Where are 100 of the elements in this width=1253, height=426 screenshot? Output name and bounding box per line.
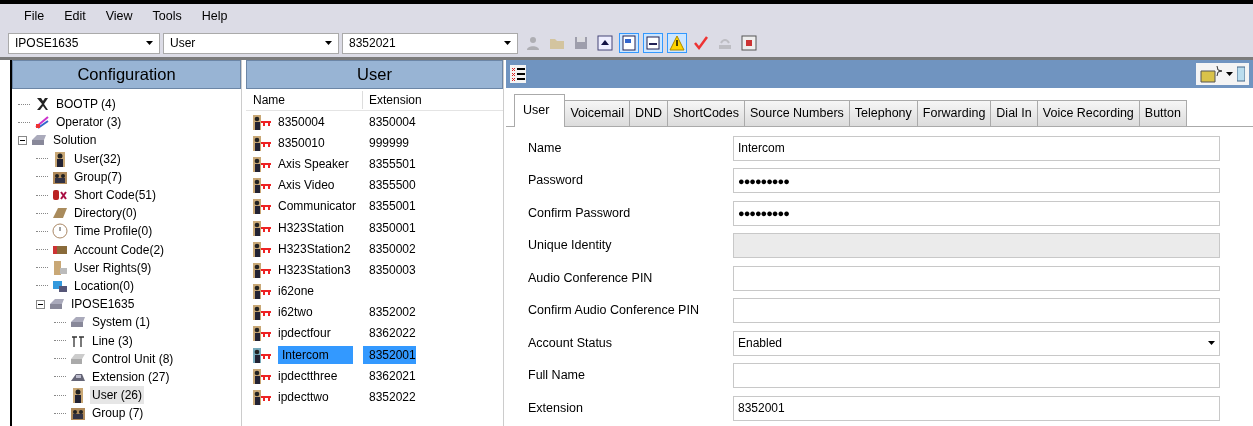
- tab[interactable]: Button: [1138, 100, 1187, 126]
- tree-item[interactable]: Directory(0): [72, 204, 139, 223]
- close-window-icon[interactable]: [741, 35, 757, 51]
- input-field[interactable]: [733, 298, 1220, 324]
- table-cell-text: H323Station: [278, 219, 345, 237]
- tree-item[interactable]: IPOSE1635: [69, 295, 137, 314]
- input-field[interactable]: [733, 363, 1220, 389]
- caret-icon: [325, 41, 332, 45]
- tab[interactable]: User: [514, 94, 566, 127]
- table-cell-text: H323Station2: [278, 240, 351, 258]
- table-cell-text: 8352022: [368, 389, 416, 407]
- tab[interactable]: Voicemail: [564, 100, 630, 126]
- tree-item[interactable]: Account Code(2): [72, 240, 167, 259]
- table-cell-text: H323Station3: [278, 261, 351, 279]
- password-field[interactable]: ●●●●●●●●●: [733, 200, 1220, 226]
- table-cell-text: 8362021: [368, 367, 416, 385]
- table-cell-text: 8355501: [368, 155, 416, 173]
- tab[interactable]: Source Numbers: [744, 100, 850, 126]
- caret-icon: [1226, 72, 1233, 76]
- tree-item[interactable]: User Rights(9): [72, 258, 154, 277]
- caret-icon: [146, 41, 153, 45]
- table-cell-text: 8355001: [368, 198, 416, 216]
- tab[interactable]: Telephony: [848, 100, 918, 126]
- dropdown-field[interactable]: Enabled: [733, 330, 1220, 356]
- dropdown-field[interactable]: User: [163, 32, 339, 54]
- table-cell-text: Communicator: [278, 198, 357, 216]
- warning-icon[interactable]: [669, 35, 685, 51]
- column-header[interactable]: Name: [246, 90, 363, 109]
- checklist-icon: [510, 65, 526, 83]
- collapse-icon[interactable]: [36, 299, 45, 309]
- tool-icon: [34, 96, 50, 113]
- list-icon[interactable]: [645, 35, 661, 51]
- menu-item[interactable]: Help: [191, 4, 238, 29]
- field-label: Unique Identity: [528, 237, 613, 255]
- panel-title: User: [246, 60, 503, 89]
- menu-item[interactable]: Tools: [142, 4, 192, 29]
- person-icon: [70, 387, 86, 404]
- tree-item[interactable]: Group (7): [90, 404, 146, 423]
- table-cell-text: i62one: [278, 283, 315, 301]
- window-icon[interactable]: [621, 35, 637, 51]
- tree-item[interactable]: Group(7): [72, 167, 125, 186]
- table-cell-text: 8362022: [368, 325, 416, 343]
- tab[interactable]: Voice Recording: [1036, 100, 1140, 126]
- table-cell-text: 8352002: [368, 304, 416, 322]
- input-field[interactable]: Intercom: [733, 135, 1220, 161]
- tree-item[interactable]: Line (3): [90, 331, 135, 350]
- tree-item[interactable]: User(32): [72, 149, 123, 168]
- table-cell-text: i62two: [278, 304, 313, 322]
- input-field[interactable]: [733, 265, 1220, 291]
- table-cell: Intercom: [278, 345, 353, 364]
- table-cell-text: 8350003: [368, 261, 416, 279]
- table-cell-text: 8350004: [368, 113, 416, 131]
- collapse-icon[interactable]: [18, 135, 27, 145]
- table-cell-text: ipdectthree: [278, 367, 338, 385]
- window-icon: [1237, 65, 1245, 83]
- person-icon: [52, 150, 68, 167]
- table-cell-text: 8350010: [278, 134, 325, 152]
- field-label: Audio Conference PIN: [528, 269, 654, 287]
- tree-item[interactable]: BOOTP (4): [54, 95, 118, 114]
- tree-item[interactable]: Short Code(51): [72, 186, 159, 205]
- table-cell-text: 8350002: [368, 240, 416, 258]
- column-header[interactable]: Extension: [363, 90, 422, 109]
- table-cell-text: 8350004: [278, 113, 325, 131]
- field-label: Account Status: [528, 334, 614, 352]
- input-field[interactable]: 8352001: [733, 395, 1220, 421]
- menu-item[interactable]: View: [95, 4, 143, 29]
- tree-item[interactable]: Solution: [51, 131, 99, 150]
- checkmark-icon[interactable]: [693, 35, 709, 51]
- tree-item[interactable]: Control Unit (8): [90, 349, 176, 368]
- field-label: Full Name: [528, 367, 586, 385]
- tree-item[interactable]: Extension (27): [90, 367, 172, 386]
- caret-icon: [1208, 341, 1215, 346]
- tree-item[interactable]: User (26): [90, 386, 144, 405]
- field-label: Password: [528, 172, 584, 190]
- operator-icon: [34, 114, 50, 131]
- tree-item[interactable]: Operator (3): [54, 113, 124, 132]
- people-icon: [70, 405, 86, 422]
- table-cell-text: 8350001: [368, 219, 416, 237]
- tab[interactable]: Forwarding: [916, 100, 992, 126]
- field-label: Extension: [528, 399, 584, 417]
- tree-item[interactable]: System (1): [90, 313, 152, 332]
- tab[interactable]: DND: [628, 100, 668, 126]
- menu-item[interactable]: Edit: [54, 4, 96, 29]
- password-field[interactable]: ●●●●●●●●●: [733, 168, 1220, 194]
- field-label: Confirm Password: [528, 204, 632, 222]
- caret-icon: [504, 41, 511, 45]
- table-cell: 8352001: [363, 345, 416, 364]
- dropdown-field[interactable]: IPOSE1635: [8, 32, 160, 54]
- clock-icon: [52, 223, 68, 240]
- table-cell-text: ipdecttwo: [278, 389, 329, 407]
- dropdown-field[interactable]: 8352021: [342, 32, 518, 54]
- field-label: Confirm Audio Conference PIN: [528, 302, 700, 320]
- tree-item[interactable]: Time Profile(0): [72, 222, 155, 241]
- menu-item[interactable]: File: [14, 4, 55, 29]
- tab[interactable]: Dial In: [990, 100, 1038, 126]
- table-cell-text: Axis Speaker: [278, 155, 349, 173]
- panel-title: Configuration: [12, 60, 241, 89]
- tab[interactable]: ShortCodes: [667, 100, 745, 126]
- tree-item[interactable]: Location(0): [72, 276, 137, 295]
- table-cell-text: 999999: [368, 134, 410, 152]
